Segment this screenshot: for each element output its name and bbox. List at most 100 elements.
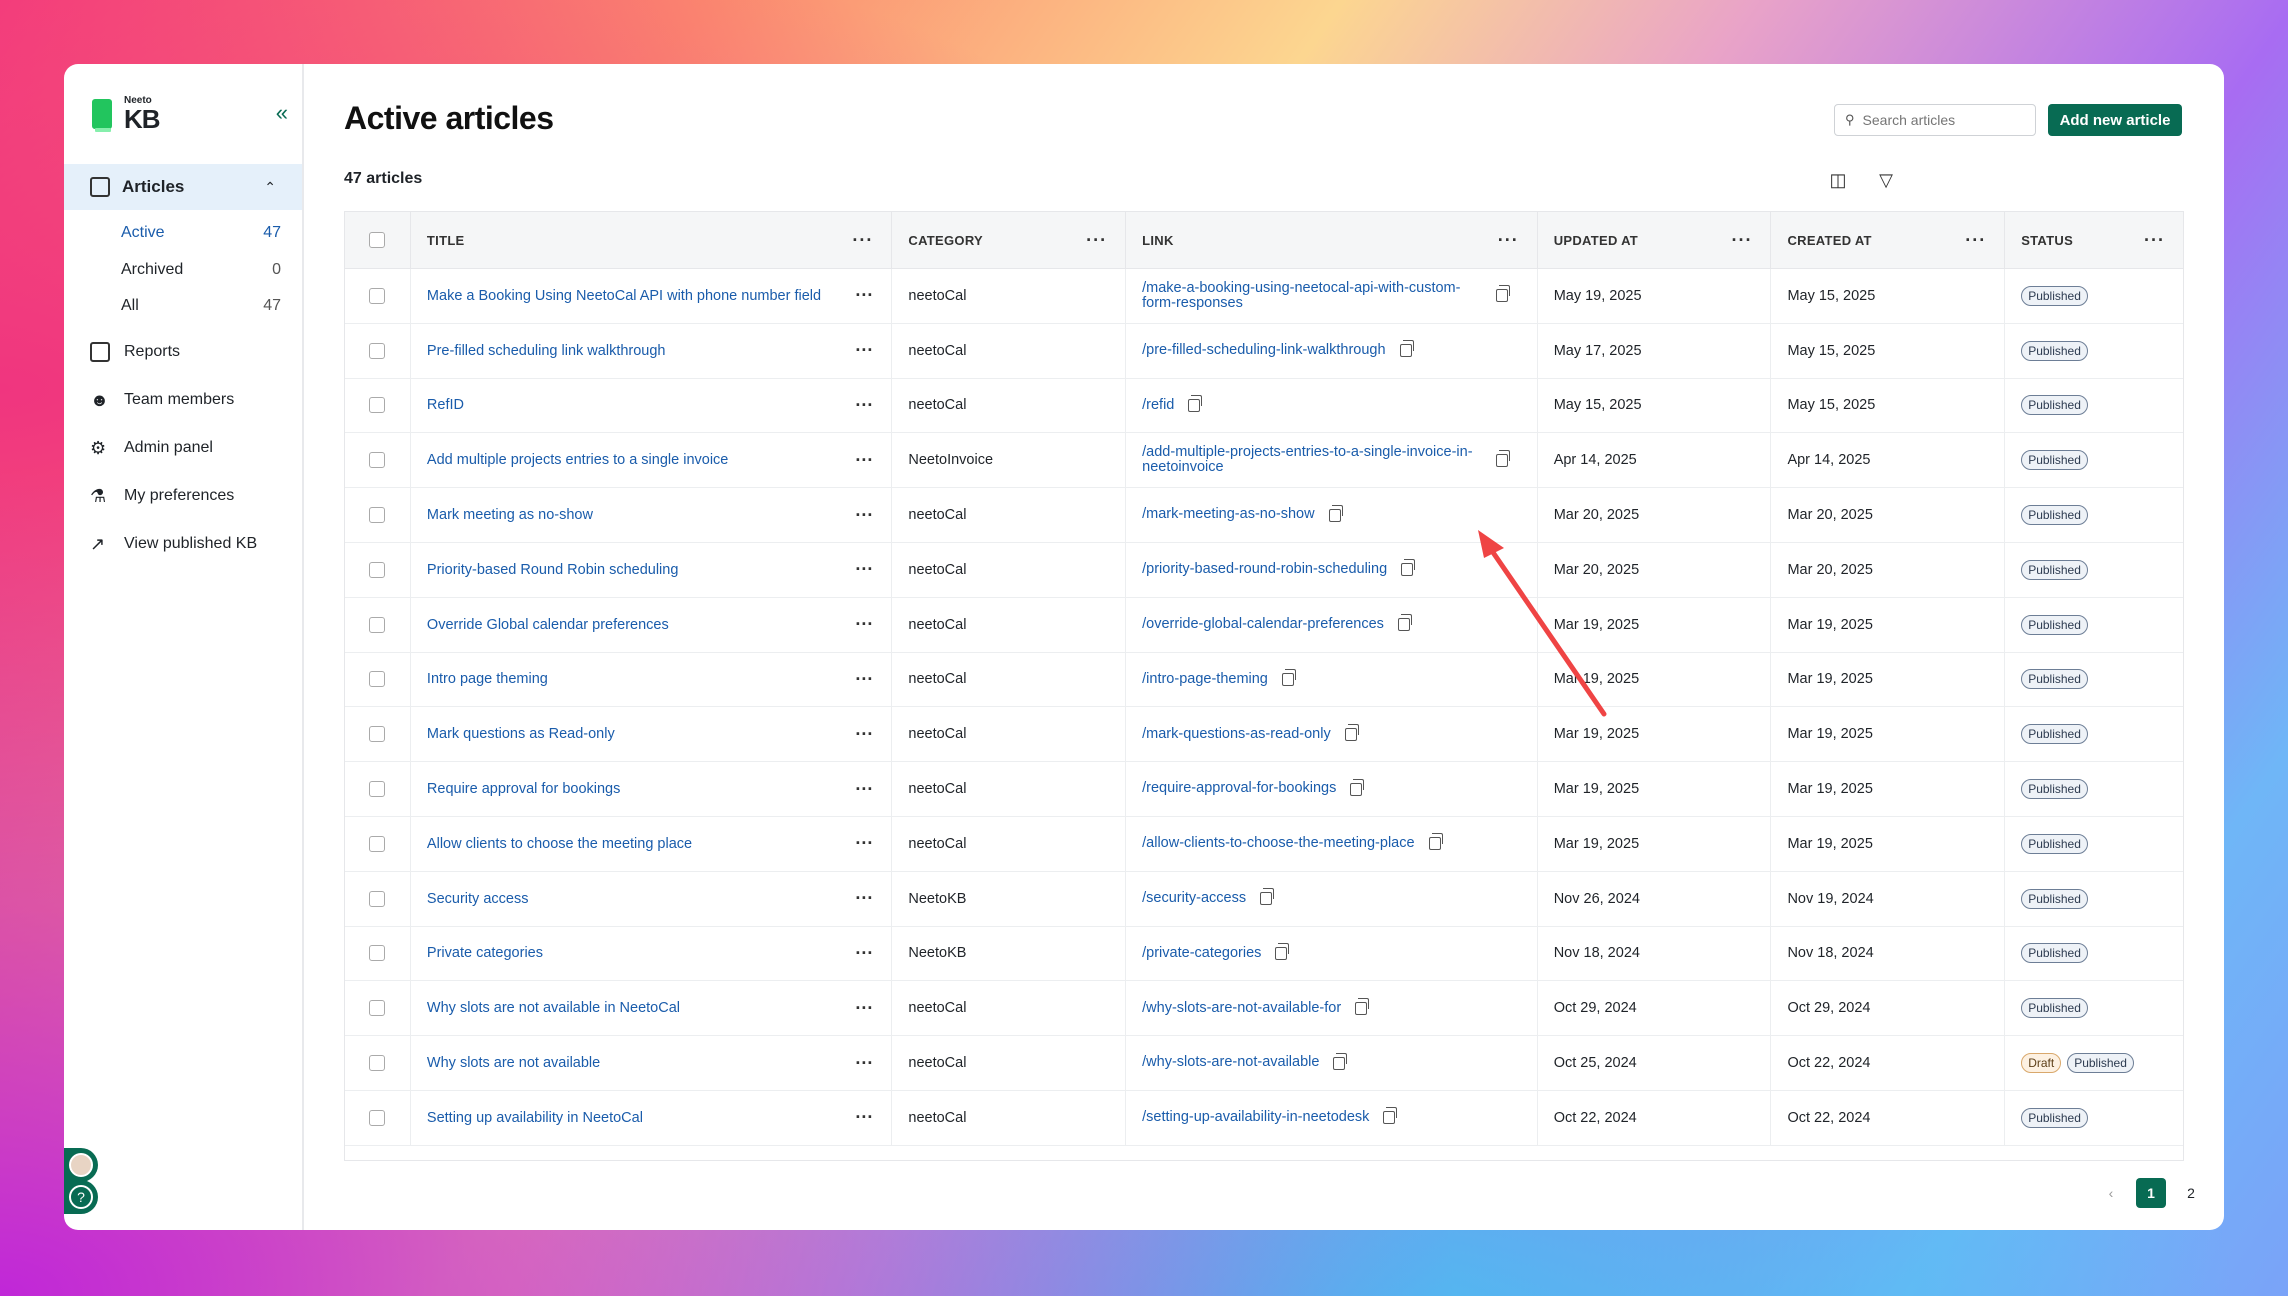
article-title-link[interactable]: Mark questions as Read-only xyxy=(427,726,615,742)
table-row[interactable]: Allow clients to choose the meeting plac… xyxy=(345,816,2183,872)
row-actions-icon[interactable]: ··· xyxy=(855,1053,873,1074)
select-all-checkbox[interactable] xyxy=(369,232,386,248)
copy-icon[interactable] xyxy=(1328,504,1343,522)
table-row[interactable]: Add multiple projects entries to a singl… xyxy=(345,433,2183,489)
table-row[interactable]: Override Global calendar preferences ··· n… xyxy=(345,597,2183,653)
column-menu-icon[interactable]: ··· xyxy=(1498,230,1519,251)
article-title-link[interactable]: Pre-filled scheduling link walkthrough xyxy=(427,343,666,359)
row-checkbox[interactable] xyxy=(369,452,386,469)
article-url-link[interactable]: /private-categories xyxy=(1142,945,1261,961)
table-row[interactable]: Make a Booking Using NeetoCal API with p… xyxy=(345,269,2183,324)
column-header-category[interactable]: CATEGORY ··· xyxy=(892,212,1127,268)
table-row[interactable]: Private categories ··· NeetoKB/private-cat… xyxy=(345,926,2183,982)
column-header-updated-at[interactable]: UPDATED AT ··· xyxy=(1538,212,1772,268)
column-header-link[interactable]: LINK ··· xyxy=(1126,212,1538,268)
copy-icon[interactable] xyxy=(1344,723,1359,741)
column-menu-icon[interactable]: ··· xyxy=(1086,230,1107,251)
row-checkbox[interactable] xyxy=(369,616,386,633)
table-row[interactable]: Priority-based Round Robin scheduling ···… xyxy=(345,542,2183,598)
article-url-link[interactable]: /intro-page-theming xyxy=(1142,671,1268,687)
row-actions-icon[interactable]: ··· xyxy=(855,614,873,635)
row-checkbox[interactable] xyxy=(369,507,386,524)
copy-icon[interactable] xyxy=(1355,997,1370,1015)
row-actions-icon[interactable]: ··· xyxy=(855,505,873,526)
row-checkbox[interactable] xyxy=(369,890,386,907)
article-title-link[interactable]: Security access xyxy=(427,891,529,907)
row-checkbox[interactable] xyxy=(369,781,386,798)
row-actions-icon[interactable]: ··· xyxy=(855,888,873,909)
page-2-button[interactable]: 2 xyxy=(2176,1178,2206,1208)
row-actions-icon[interactable]: ··· xyxy=(855,450,873,471)
row-checkbox[interactable] xyxy=(369,287,386,304)
page-1-button[interactable]: 1 xyxy=(2136,1178,2166,1208)
table-row[interactable]: Require approval for bookings ··· neetoCal… xyxy=(345,762,2183,817)
column-menu-icon[interactable]: ··· xyxy=(1731,230,1752,251)
article-url-link[interactable]: /mark-meeting-as-no-show xyxy=(1142,507,1314,522)
article-title-link[interactable]: Require approval for bookings xyxy=(427,781,620,797)
article-url-link[interactable]: /why-slots-are-not-available xyxy=(1142,1055,1319,1070)
copy-icon[interactable] xyxy=(1399,340,1414,358)
copy-icon[interactable] xyxy=(1401,559,1416,577)
table-row[interactable]: Why slots are not available in NeetoCal ·… xyxy=(345,981,2183,1037)
article-url-link[interactable]: /refid xyxy=(1142,397,1174,413)
article-title-link[interactable]: RefID xyxy=(427,397,464,413)
row-checkbox[interactable] xyxy=(369,835,386,852)
table-row[interactable]: Intro page theming ··· neetoCal/intro-page… xyxy=(345,652,2183,708)
row-checkbox[interactable] xyxy=(369,671,386,688)
row-checkbox[interactable] xyxy=(369,1055,386,1072)
article-title-link[interactable]: Why slots are not available xyxy=(427,1055,600,1071)
copy-icon[interactable] xyxy=(1496,449,1511,467)
copy-icon[interactable] xyxy=(1275,942,1290,960)
article-title-link[interactable]: Override Global calendar preferences xyxy=(427,617,669,633)
article-title-link[interactable]: Setting up availability in NeetoCal xyxy=(427,1110,643,1126)
copy-icon[interactable] xyxy=(1350,778,1365,796)
column-menu-icon[interactable]: ··· xyxy=(852,230,873,251)
column-header-status[interactable]: STATUS ··· xyxy=(2005,212,2183,268)
article-title-link[interactable]: Mark meeting as no-show xyxy=(427,507,593,523)
table-row[interactable]: Mark questions as Read-only ··· neetoCal/m… xyxy=(345,707,2183,763)
row-actions-icon[interactable]: ··· xyxy=(855,395,873,416)
article-title-link[interactable]: Allow clients to choose the meeting plac… xyxy=(427,836,692,852)
article-url-link[interactable]: /security-access xyxy=(1142,890,1246,906)
copy-icon[interactable] xyxy=(1383,1107,1398,1125)
column-header-title[interactable]: TITLE ··· xyxy=(411,212,893,268)
column-header-created-at[interactable]: CREATED AT ··· xyxy=(1771,212,2006,268)
row-actions-icon[interactable]: ··· xyxy=(855,285,873,306)
table-row[interactable]: RefID ··· neetoCal/refid May 15, 2025 May 15… xyxy=(345,378,2183,434)
article-url-link[interactable]: /pre-filled-scheduling-link-walkthrough xyxy=(1142,342,1385,358)
search-box[interactable]: ⚲ xyxy=(1834,104,2036,136)
article-url-link[interactable]: /override-global-calendar-preferences xyxy=(1142,616,1384,632)
columns-icon[interactable]: ◫ xyxy=(1828,170,1848,190)
row-actions-icon[interactable]: ··· xyxy=(855,998,873,1019)
copy-icon[interactable] xyxy=(1281,668,1296,686)
column-menu-icon[interactable]: ··· xyxy=(2144,230,2165,251)
table-row[interactable]: Pre-filled scheduling link walkthrough ··… xyxy=(345,323,2183,379)
row-actions-icon[interactable]: ··· xyxy=(855,669,873,690)
article-url-link[interactable]: /require-approval-for-bookings xyxy=(1142,781,1336,796)
article-url-link[interactable]: /mark-questions-as-read-only xyxy=(1142,726,1331,742)
table-row[interactable]: Setting up availability in NeetoCal ··· ne… xyxy=(345,1090,2183,1146)
copy-icon[interactable] xyxy=(1333,1052,1348,1070)
article-url-link[interactable]: /setting-up-availability-in-neetodesk xyxy=(1142,1110,1369,1125)
row-checkbox[interactable] xyxy=(369,1000,386,1017)
article-title-link[interactable]: Intro page theming xyxy=(427,671,548,687)
row-checkbox[interactable] xyxy=(369,1109,386,1126)
filter-icon[interactable]: ▽ xyxy=(1876,170,1896,190)
row-actions-icon[interactable]: ··· xyxy=(855,833,873,854)
copy-icon[interactable] xyxy=(1428,833,1443,851)
add-new-article-button[interactable]: Add new article xyxy=(2048,104,2182,136)
copy-icon[interactable] xyxy=(1188,394,1203,412)
article-title-link[interactable]: Private categories xyxy=(427,945,543,961)
article-url-link[interactable]: /allow-clients-to-choose-the-meeting-pla… xyxy=(1142,836,1414,851)
article-url-link[interactable]: /make-a-booking-using-neetocal-api-with-… xyxy=(1142,280,1482,311)
table-row[interactable]: Mark meeting as no-show ··· neetoCal/mark-… xyxy=(345,488,2183,543)
next-page-button[interactable]: › xyxy=(2216,1178,2224,1208)
row-checkbox[interactable] xyxy=(369,945,386,962)
article-url-link[interactable]: /priority-based-round-robin-scheduling xyxy=(1142,562,1387,577)
row-checkbox[interactable] xyxy=(369,397,386,414)
row-actions-icon[interactable]: ··· xyxy=(855,943,873,964)
article-url-link[interactable]: /why-slots-are-not-available-for xyxy=(1142,1000,1341,1016)
search-input[interactable] xyxy=(1862,112,2013,128)
article-title-link[interactable]: Why slots are not available in NeetoCal xyxy=(427,1000,680,1016)
row-actions-icon[interactable]: ··· xyxy=(855,1107,873,1128)
